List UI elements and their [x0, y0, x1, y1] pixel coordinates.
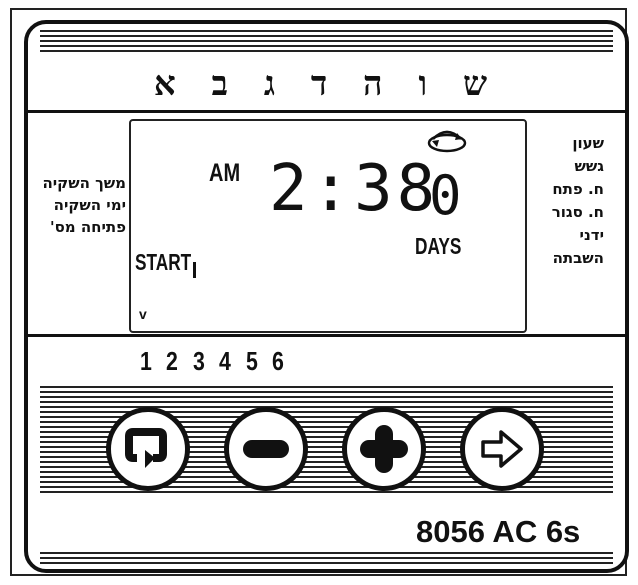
label-disable: השבתה [552, 249, 604, 267]
plus-button[interactable] [342, 407, 426, 491]
program-numbers: 123456 [140, 346, 299, 377]
weekday-letters: ש ו ה ד ג ב א [153, 64, 500, 104]
label-duration: משך השקיה [42, 174, 126, 192]
lcd-divider [28, 334, 625, 337]
label-irrigation-days: ימי השקיה [53, 196, 126, 214]
label-close-time: ח. סגור [551, 203, 604, 221]
lcd-display: AM 2:38 0 DAYS START v [129, 119, 527, 333]
top-stripes [40, 30, 613, 55]
label-sensor: גשש [574, 157, 604, 175]
cycle-button[interactable] [106, 407, 190, 491]
right-arrow-icon [481, 430, 523, 468]
next-button[interactable] [460, 407, 544, 491]
cycle-arrow-icon [125, 428, 167, 468]
left-labels: משך השקיה ימי השקיה פתיחה מס' [30, 172, 126, 238]
controller-panel: ש ו ה ד ג ב א משך השקיה ימי השקיה פתיחה … [24, 20, 629, 573]
right-labels: שעון גשש ח. פתח ח. סגור ידני השבתה [534, 132, 604, 270]
program-number: 6 [272, 346, 288, 376]
plus-icon [360, 425, 408, 473]
start-segment [193, 262, 196, 278]
model-number: 8056 AC 6s [416, 514, 581, 549]
program-number: 3 [192, 346, 209, 376]
bottom-stripes [40, 552, 613, 567]
minus-button[interactable] [224, 407, 308, 491]
label-open-time: ח. פתח [552, 180, 604, 198]
label-opening-number: פתיחה מס' [49, 218, 126, 236]
time-display: 2:38 [269, 152, 440, 226]
days-value: 0 [429, 164, 462, 227]
start-label: START [135, 249, 192, 275]
header-divider [28, 110, 625, 113]
days-label: DAYS [415, 233, 462, 259]
program-pointer: v [139, 306, 147, 322]
program-number: 1 [140, 346, 156, 376]
program-number: 5 [245, 346, 262, 376]
program-number: 4 [219, 346, 235, 376]
label-manual: ידני [579, 226, 604, 244]
program-number: 2 [166, 346, 182, 376]
cycle-icon [427, 130, 467, 153]
am-indicator: AM [209, 159, 241, 187]
minus-icon [243, 440, 289, 458]
label-clock: שעון [572, 134, 604, 152]
